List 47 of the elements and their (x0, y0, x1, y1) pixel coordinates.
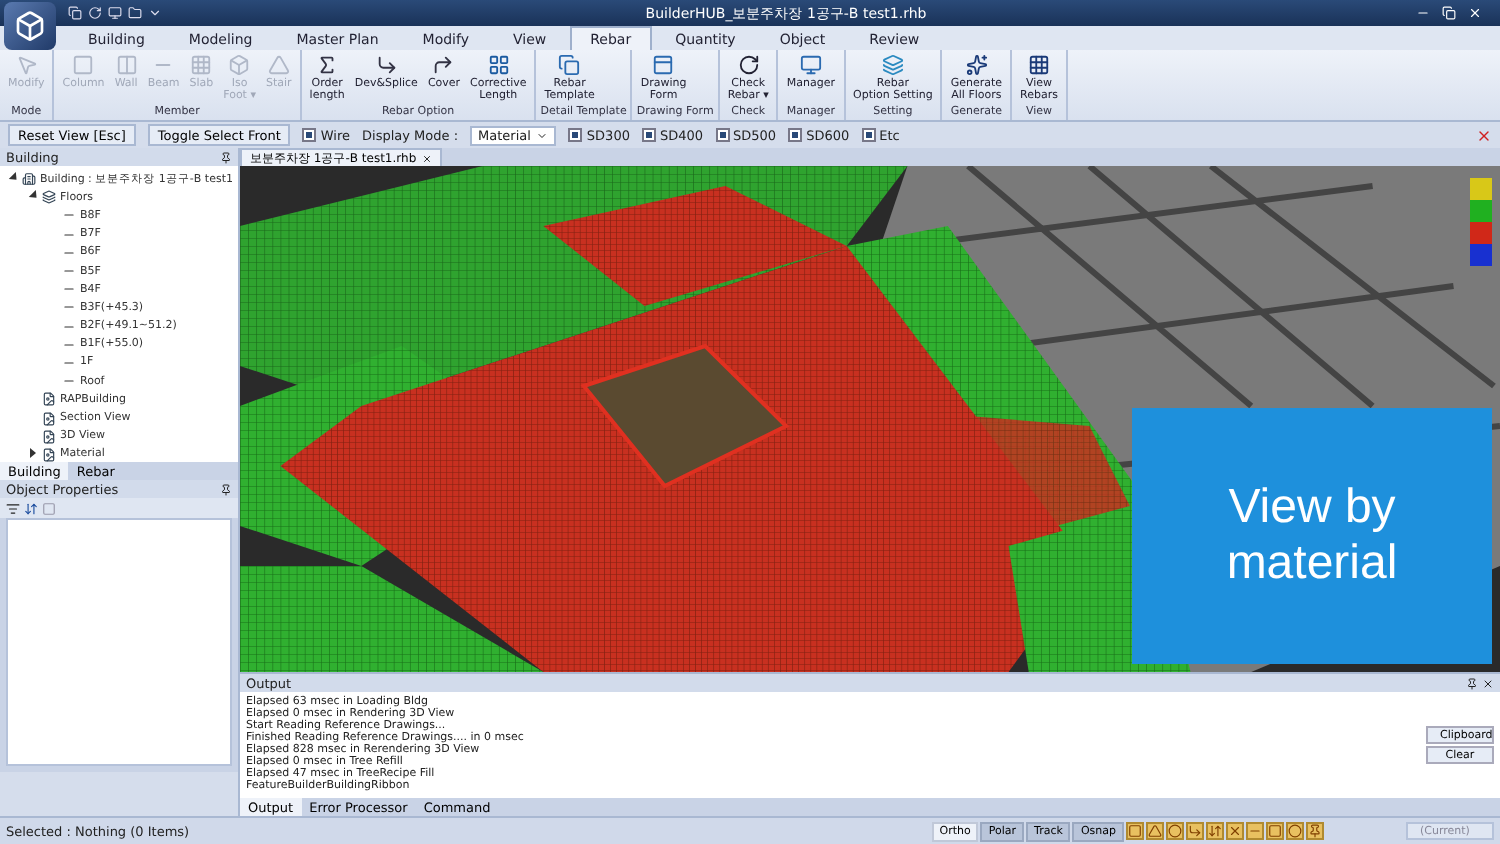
quick-access-icon[interactable] (88, 6, 102, 20)
quick-access-icon[interactable] (108, 6, 122, 20)
collapsed-arrow-icon[interactable] (28, 447, 38, 462)
checkbox[interactable] (302, 128, 317, 142)
panel-icon (652, 54, 675, 76)
monitor-icon (799, 54, 822, 76)
restore-icon[interactable] (1442, 6, 1456, 20)
sparkle-icon (965, 54, 988, 76)
grid-icon (487, 54, 510, 76)
corner-icon (375, 54, 398, 76)
cross-snap-icon[interactable] (1226, 822, 1244, 840)
grid-icon (1028, 54, 1050, 76)
circle-snap-icon[interactable] (1286, 822, 1304, 840)
tree-node-icon (42, 190, 56, 205)
sigma-icon (316, 54, 339, 76)
checkbox[interactable] (715, 128, 730, 142)
triangle-snap-icon[interactable] (1146, 822, 1164, 840)
close-icon[interactable] (1482, 677, 1494, 689)
checkbox[interactable] (568, 128, 583, 142)
sort-icon[interactable] (24, 501, 38, 515)
minimize-icon[interactable] (1416, 6, 1430, 20)
layers-icon (881, 54, 904, 76)
tree-node-icon (42, 411, 56, 426)
corner-icon (432, 54, 455, 76)
chevron-down-icon[interactable] (536, 129, 549, 141)
checkbox[interactable] (788, 128, 803, 142)
rotate-icon (737, 54, 760, 76)
quick-access-icon[interactable] (128, 6, 142, 20)
square-snap-icon[interactable] (1126, 822, 1144, 840)
pin-icon[interactable] (220, 483, 232, 495)
corner-snap-icon[interactable] (1186, 822, 1204, 840)
pin-snap-icon[interactable] (1306, 822, 1324, 840)
tree-node-icon (42, 429, 56, 444)
pin-icon[interactable] (220, 151, 232, 163)
tree-node-icon (42, 392, 56, 407)
quick-access-icon[interactable] (148, 6, 162, 20)
arrows-snap-icon[interactable] (1206, 822, 1224, 840)
caption-text: View by material (1224, 480, 1400, 592)
quick-access-icon[interactable] (68, 6, 82, 20)
checkbox[interactable] (641, 128, 656, 142)
circle-snap-icon[interactable] (1166, 822, 1184, 840)
checkbox[interactable] (861, 128, 876, 142)
tree-node-icon (22, 172, 36, 187)
pin-icon[interactable] (1466, 677, 1478, 689)
app-logo-icon[interactable] (4, 2, 56, 50)
tree-node-icon (42, 447, 56, 462)
categorized-icon[interactable] (6, 501, 20, 515)
